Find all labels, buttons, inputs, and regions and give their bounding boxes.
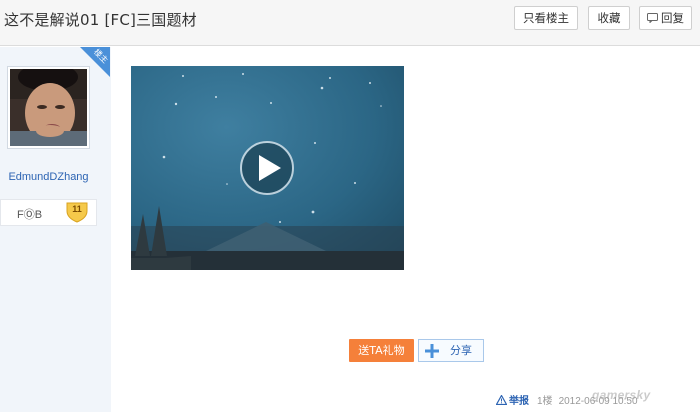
- plus-icon: [425, 344, 439, 358]
- thread-title: 这不是解说01 [FC]三国题材: [4, 11, 197, 29]
- report-label: 举报: [509, 396, 529, 407]
- level-name: FⓄB: [17, 209, 43, 221]
- send-gift-button[interactable]: 送TA礼物: [349, 339, 414, 362]
- reply-label: 回复: [661, 11, 684, 25]
- comment-icon: [647, 13, 658, 23]
- reply-button[interactable]: 回复: [639, 6, 692, 30]
- floor-number: 1楼: [537, 396, 553, 407]
- watermark: gamersky: [592, 388, 651, 402]
- thread-header: 这不是解说01 [FC]三国题材 只看楼主 收藏 回复: [0, 0, 700, 46]
- level-badge: 11: [65, 201, 89, 223]
- level-number: 11: [72, 204, 82, 214]
- share-label: 分享: [450, 344, 472, 357]
- share-button[interactable]: 分享: [418, 339, 484, 362]
- author-username[interactable]: EdmundDZhang: [0, 171, 97, 183]
- favorite-button[interactable]: 收藏: [588, 6, 630, 30]
- author-level: FⓄB 11: [0, 199, 97, 226]
- report-link[interactable]: 举报: [496, 395, 529, 407]
- warning-icon: [496, 395, 507, 405]
- only-op-button[interactable]: 只看楼主: [514, 6, 578, 30]
- video-player[interactable]: [131, 66, 404, 270]
- avatar[interactable]: [7, 63, 90, 149]
